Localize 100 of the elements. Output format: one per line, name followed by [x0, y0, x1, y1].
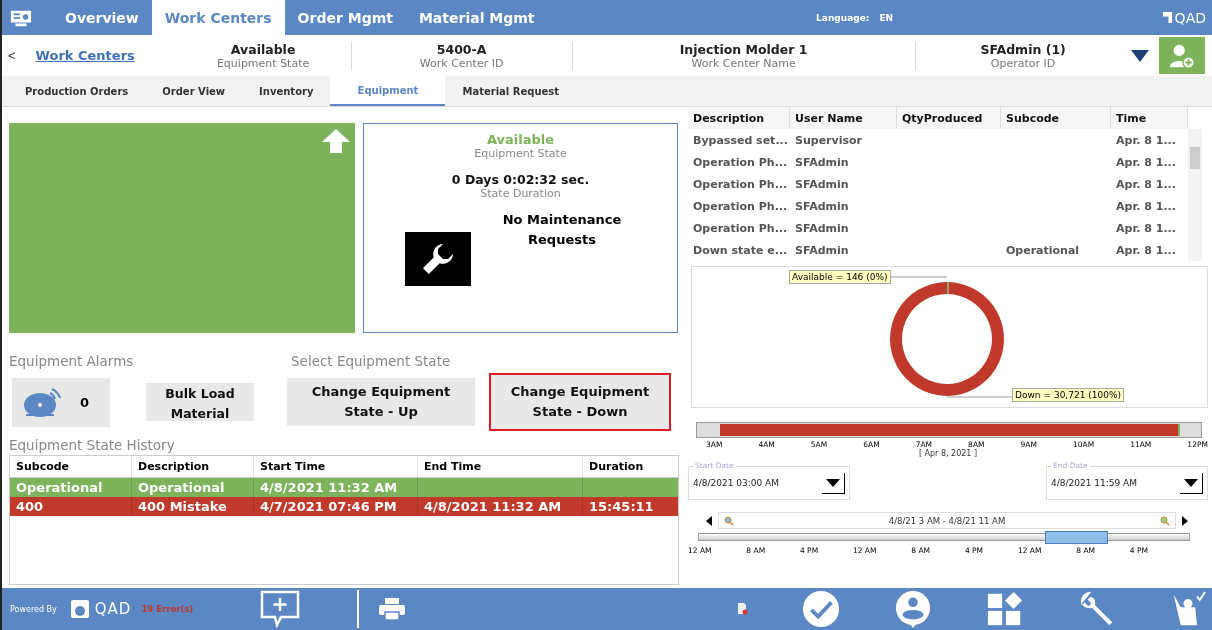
caret-icon — [1184, 478, 1198, 487]
alarm-button[interactable]: 0 — [12, 377, 110, 427]
range-text: 4/8/21 3 AM - 4/8/21 11 AM — [888, 515, 1006, 526]
bulk-load-button[interactable]: Bulk Load Material — [146, 383, 254, 421]
table-cell: Operational — [1006, 243, 1080, 257]
range-slider[interactable] — [698, 533, 1190, 541]
equipment-state-label: Equipment State — [474, 147, 567, 160]
equipment-state-value: Available — [486, 132, 555, 147]
nav-tab[interactable]: Overview — [52, 0, 152, 35]
language-label: Language: — [816, 12, 870, 23]
data-label: = 30,721 (100%) — [1043, 390, 1122, 400]
column-header: Description — [132, 456, 254, 477]
table-cell: Operation Ph... — [693, 221, 788, 235]
table-cell: Operational — [138, 480, 225, 495]
powered-by-label: Powered By — [10, 604, 57, 614]
column-header: User Name — [790, 107, 897, 129]
table-cell: 4/8/2021 11:32 AM — [260, 480, 398, 495]
data-label: Available = 146 (0%) — [789, 270, 891, 284]
slice-label: Available — [792, 272, 833, 282]
dropdown-triangle-icon[interactable] — [1130, 49, 1149, 62]
table-cell: Apr. 8 1... — [1116, 133, 1176, 147]
scroll-right-icon[interactable] — [1182, 515, 1188, 526]
language-value[interactable]: EN — [879, 12, 894, 23]
range-window[interactable] — [1045, 531, 1108, 544]
column-header: QtyProduced — [897, 107, 1001, 129]
breadcrumb-link[interactable]: Work Centers — [35, 48, 186, 63]
sub-tab[interactable]: Inventory — [242, 76, 331, 106]
column-header: Subcode — [10, 456, 132, 477]
state-duration-label: State Duration — [480, 187, 561, 200]
table-cell: 400 — [16, 499, 44, 514]
table-cell: Apr. 8 1... — [1116, 199, 1176, 213]
add-user-button[interactable] — [1158, 37, 1205, 74]
table-cell: Operation Ph... — [693, 199, 788, 213]
table-cell: Apr. 8 1... — [1116, 221, 1176, 235]
table-cell: SFAdmin — [795, 155, 849, 169]
section-title: Equipment Alarms — [9, 353, 135, 369]
logo-icon — [1161, 11, 1173, 24]
table-cell: Bypassed set... — [693, 133, 788, 147]
sub-tab[interactable]: Equipment — [330, 76, 446, 106]
table-cell: Operational — [16, 480, 103, 495]
zoom-in-icon[interactable] — [1160, 515, 1170, 526]
column-header: Start Time — [254, 456, 418, 477]
logo-icon — [70, 600, 89, 618]
change-state-button[interactable]: Change Equipment State - Down — [489, 373, 671, 431]
scroll-left-icon[interactable] — [706, 515, 712, 526]
slice-label: Down — [1015, 390, 1041, 400]
data-label: Down = 30,721 (100%) — [1012, 388, 1125, 402]
up-arrow-icon[interactable] — [322, 129, 350, 153]
column-header: Description — [688, 107, 790, 129]
printer-icon[interactable] — [379, 598, 406, 620]
column-header: Time — [1111, 107, 1188, 129]
table-cell: Apr. 8 1... — [1116, 155, 1176, 169]
history-row[interactable]: 400 400 Mistake 4/7/2021 07:46 PM 4/8/2021 11:32 AM 15:45:11 — [10, 497, 678, 516]
table-cell: Supervisor — [795, 133, 862, 147]
user-icon[interactable] — [894, 590, 932, 628]
data-label: = 146 (0%) — [835, 272, 888, 282]
sub-tab[interactable]: Material Request — [445, 76, 577, 106]
wrench-icon[interactable] — [405, 232, 471, 286]
column-header: Duration — [588, 459, 645, 475]
table-cell: Operation Ph... — [693, 155, 788, 169]
table-cell: 4/7/2021 07:46 PM — [260, 499, 397, 514]
table-cell: SFAdmin — [795, 177, 849, 191]
caret-icon — [826, 478, 840, 487]
table-cell: SFAdmin — [795, 221, 849, 235]
add-comment-icon[interactable] — [259, 589, 302, 629]
scrollbar[interactable] — [1188, 129, 1202, 261]
brand-name: QAD — [94, 600, 132, 618]
header-value: SFAdmin (1) — [980, 41, 1066, 57]
header-value: Injection Molder 1 — [679, 41, 808, 57]
file-error-icon[interactable] — [738, 603, 748, 615]
section-title: Select Equipment State — [291, 353, 451, 369]
back-button[interactable]: < — [2, 48, 22, 63]
column-header: Subcode — [1001, 107, 1111, 129]
leader-line — [946, 396, 1015, 398]
table-cell: SFAdmin — [795, 199, 849, 213]
header-label: Equipment State — [216, 56, 310, 70]
table-cell: Down state e... — [693, 243, 788, 257]
zoom-out-icon[interactable] — [724, 515, 734, 526]
sub-tab[interactable]: Order View — [145, 76, 243, 106]
nav-tab[interactable]: Order Mgmt — [284, 0, 406, 35]
table-cell: Apr. 8 1... — [1116, 177, 1176, 191]
header-value: 5400-A — [436, 41, 487, 57]
header-label: Work Center ID — [419, 56, 504, 70]
table-cell: Apr. 8 1... — [1116, 243, 1176, 257]
timeline-date: [ Apr 8, 2021 ] — [917, 449, 979, 458]
nav-tab[interactable]: Work Centers — [151, 0, 285, 35]
table-cell: 400 Mistake — [138, 499, 227, 514]
sub-tab[interactable]: Production Orders — [10, 76, 146, 106]
checkmark-icon[interactable] — [802, 590, 840, 628]
header-value: Available — [230, 41, 296, 57]
table-cell: SFAdmin — [795, 243, 849, 257]
header-label: Operator ID — [990, 56, 1056, 70]
nav-tab[interactable]: Material Mgmt — [405, 0, 548, 35]
maintenance-status: No Maintenance Requests — [501, 211, 623, 249]
change-state-button[interactable]: Change Equipment State - Up — [287, 378, 475, 426]
header-label: Work Center Name — [691, 56, 796, 70]
column-header: End Time — [418, 456, 583, 477]
brand-name: QAD — [1174, 9, 1206, 26]
blocks-icon[interactable] — [986, 590, 1024, 628]
table-cell: Operation Ph... — [693, 177, 788, 191]
